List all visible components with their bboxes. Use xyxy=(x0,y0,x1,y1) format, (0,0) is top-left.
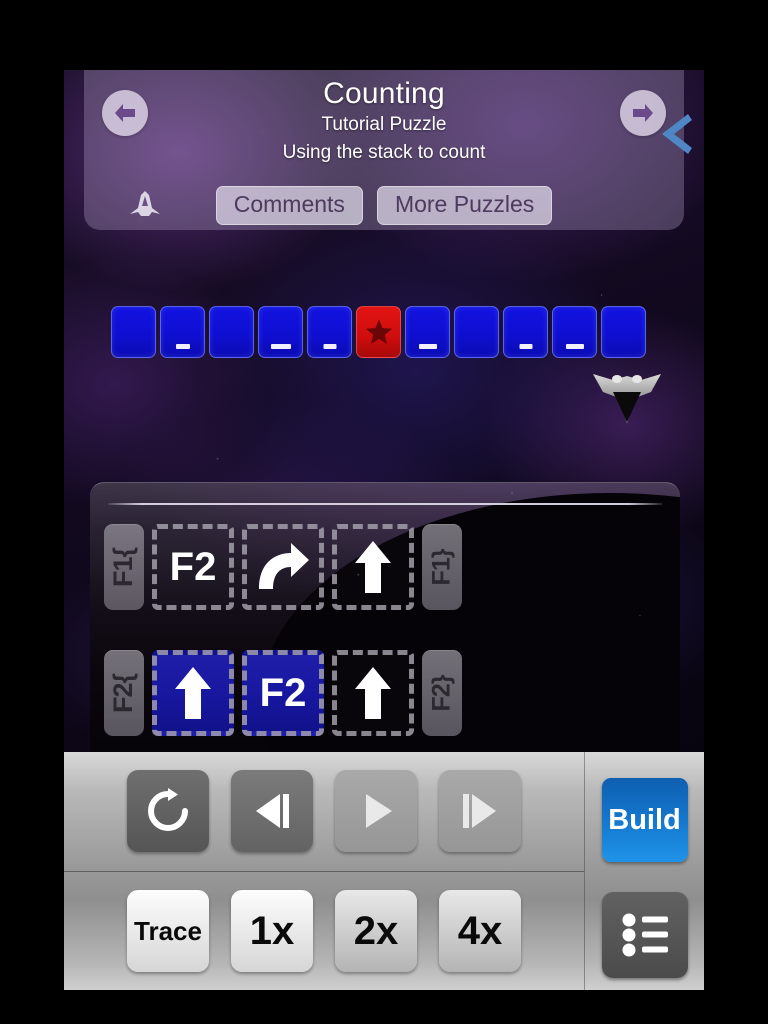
page-title: Counting xyxy=(323,77,445,110)
player-ship xyxy=(591,366,663,428)
star-icon xyxy=(365,319,392,344)
tile-dash-marker xyxy=(175,344,190,349)
speed-1x-button[interactable]: 1x xyxy=(231,889,313,972)
bottom-toolbar: Trace 1x 2x 4x Build xyxy=(64,752,704,990)
arrow-left-icon xyxy=(662,114,692,154)
reset-circular-arrow-icon xyxy=(148,788,188,832)
speed-controls-row: Trace 1x 2x 4x xyxy=(64,872,584,991)
reset-button[interactable] xyxy=(127,770,209,853)
tile-dash-marker xyxy=(565,344,584,349)
instruction-slot-turn-right[interactable] xyxy=(242,524,324,610)
board-tile[interactable] xyxy=(258,306,303,358)
instruction-slot-call[interactable]: F2 xyxy=(242,650,324,736)
function-row-f2: F2{ F2 F2} xyxy=(104,650,462,736)
board-tile[interactable] xyxy=(209,306,254,358)
toolbar-side-section: Build xyxy=(584,752,704,990)
toolbar-main-section: Trace 1x 2x 4x xyxy=(64,752,584,990)
function-open-tab-f2[interactable]: F2{ xyxy=(104,650,144,736)
app-root: F1{ F2 F1} F2{ F2 F2} Counting Tutorial Puzzl… xyxy=(0,0,768,1024)
board-tile[interactable] xyxy=(307,306,352,358)
step-forward-icon xyxy=(463,794,496,829)
function-row-f1: F1{ F2 F1} xyxy=(104,524,462,610)
game-stage: F1{ F2 F1} F2{ F2 F2} Counting Tutorial Puzzl… xyxy=(64,70,704,752)
speed-2x-button[interactable]: 2x xyxy=(335,889,417,972)
board-tile[interactable] xyxy=(405,306,450,358)
program-editor-panel: F1{ F2 F1} F2{ F2 F2} xyxy=(90,482,680,752)
speed-label: Trace xyxy=(134,915,202,946)
edge-hint-arrow xyxy=(658,108,704,165)
turn-right-arrow-icon xyxy=(259,543,309,589)
list-menu-button[interactable] xyxy=(601,892,688,978)
board-tile[interactable] xyxy=(160,306,205,358)
speed-label: 2x xyxy=(353,908,399,953)
page-subtitle: Tutorial Puzzle xyxy=(321,113,447,135)
playback-controls-row xyxy=(64,752,584,872)
board-tile[interactable] xyxy=(552,306,597,358)
arrow-up-icon xyxy=(355,667,391,719)
page-description: Using the stack to count xyxy=(282,142,486,164)
play-icon xyxy=(366,794,392,829)
function-close-tab-f2[interactable]: F2} xyxy=(422,650,462,736)
speed-4x-button[interactable]: 4x xyxy=(439,889,521,972)
function-close-label: F2} xyxy=(427,675,456,711)
tile-dash-marker xyxy=(323,344,336,349)
function-close-label: F1} xyxy=(427,549,456,585)
board-tile[interactable] xyxy=(601,306,646,358)
step-forward-button[interactable] xyxy=(439,770,521,853)
header-button-group: Comments More Puzzles xyxy=(84,186,684,225)
tile-dash-marker xyxy=(519,344,532,349)
speed-label: 1x xyxy=(249,908,295,953)
more-puzzles-button[interactable]: More Puzzles xyxy=(376,186,553,225)
board-tile[interactable] xyxy=(454,306,499,358)
list-menu-icon xyxy=(622,913,668,957)
arrow-up-icon xyxy=(355,541,391,593)
editor-divider-line xyxy=(108,503,662,505)
instruction-label: F2 xyxy=(259,671,307,715)
step-back-icon xyxy=(256,794,289,829)
function-open-label: F2{ xyxy=(108,673,139,713)
arrow-up-icon xyxy=(175,667,211,719)
function-close-tab-f1[interactable]: F1} xyxy=(422,524,462,610)
build-button[interactable]: Build xyxy=(601,778,688,862)
instruction-slot-call[interactable]: F2 xyxy=(152,524,234,610)
tile-dash-marker xyxy=(418,344,437,349)
play-button[interactable] xyxy=(335,770,417,853)
board-tile[interactable] xyxy=(111,306,156,358)
trace-button[interactable]: Trace xyxy=(127,889,209,972)
instruction-slot-forward[interactable] xyxy=(332,524,414,610)
function-open-label: F1{ xyxy=(108,547,139,587)
function-open-tab-f1[interactable]: F1{ xyxy=(104,524,144,610)
instruction-slot-forward[interactable] xyxy=(152,650,234,736)
step-back-button[interactable] xyxy=(231,770,313,853)
comments-button[interactable]: Comments xyxy=(215,186,363,225)
board-tile[interactable] xyxy=(503,306,548,358)
instruction-slot-forward[interactable] xyxy=(332,650,414,736)
instruction-label: F2 xyxy=(169,545,217,589)
puzzle-header: Counting Tutorial Puzzle Using the stack… xyxy=(84,70,684,230)
speed-label: 4x xyxy=(457,908,503,953)
tile-dash-marker xyxy=(270,344,291,349)
header-titles: Counting Tutorial Puzzle Using the stack… xyxy=(84,77,684,168)
board-tile[interactable] xyxy=(356,306,401,358)
